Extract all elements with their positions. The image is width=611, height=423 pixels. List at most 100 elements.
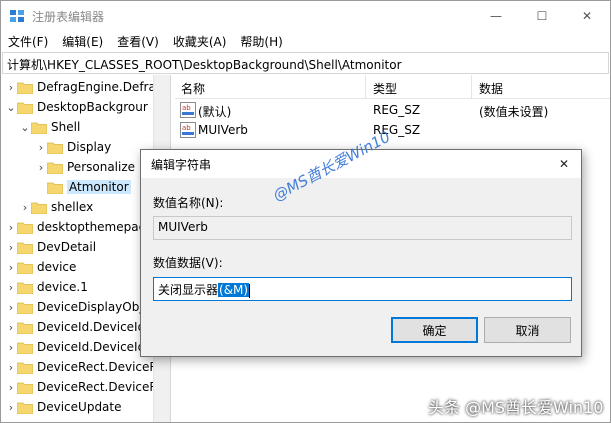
chevron-right-icon[interactable]: ›: [5, 317, 17, 337]
folder-open-icon: [47, 181, 63, 194]
value-data-text: 关闭显示器: [158, 283, 219, 297]
tree-item[interactable]: › shellex: [19, 197, 93, 217]
maximize-icon: ☐: [536, 9, 548, 23]
cancel-button[interactable]: 取消: [484, 317, 571, 343]
tree-item-label: Personalize: [67, 160, 136, 174]
tree-item-label: DesktopBackgrour: [37, 100, 148, 114]
folder-icon: [17, 81, 33, 94]
regedit-app-icon: [10, 10, 24, 22]
column-divider[interactable]: [365, 75, 366, 99]
tree-item-label: Display: [67, 140, 112, 154]
chevron-right-icon[interactable]: ›: [5, 237, 17, 257]
title-bar: 注册表编辑器 — ☐ ✕: [1, 1, 610, 31]
value-data: (数值未设置): [479, 105, 549, 119]
tree-item[interactable]: › device.1: [5, 277, 88, 297]
value-name: MUIVerb: [198, 123, 248, 137]
chevron-right-icon[interactable]: ›: [5, 257, 17, 277]
close-icon: ✕: [558, 157, 570, 171]
tree-item[interactable]: › DeviceUpdate: [5, 397, 122, 417]
value-type: REG_SZ: [373, 103, 421, 117]
value-data-field[interactable]: 关闭显示器(&M): [153, 277, 572, 301]
menu-help[interactable]: 帮助(H): [233, 31, 289, 51]
tree-item-label: DeviceDisplayObj: [37, 300, 143, 314]
tree-item-label: shellex: [51, 200, 94, 214]
chevron-down-icon[interactable]: ⌄: [5, 97, 17, 117]
ab-string-icon: ab: [180, 102, 196, 118]
column-header-data[interactable]: 数据: [479, 80, 503, 97]
chevron-right-icon[interactable]: ›: [5, 77, 17, 97]
chevron-right-icon[interactable]: ›: [5, 337, 17, 357]
tree-item[interactable]: › device: [5, 257, 77, 277]
dialog-close-button[interactable]: ✕: [551, 152, 577, 176]
folder-icon: [47, 141, 63, 154]
ab-string-icon: ab: [180, 122, 196, 138]
tree-item[interactable]: › Personalize: [35, 157, 135, 177]
menu-file[interactable]: 文件(F): [1, 31, 55, 51]
close-icon: ✕: [581, 9, 593, 23]
text-caret: [249, 283, 251, 298]
tree-item[interactable]: › DeviceRect.DeviceR: [5, 357, 153, 377]
chevron-right-icon[interactable]: ›: [35, 157, 47, 177]
table-row[interactable]: ab MUIVerb REG_SZ: [175, 120, 610, 140]
minimize-button[interactable]: —: [473, 1, 519, 31]
tree-item[interactable]: ⌄ DesktopBackgrour: [5, 97, 148, 117]
folder-icon: [17, 321, 33, 334]
chevron-right-icon[interactable]: ›: [5, 397, 17, 417]
chevron-down-icon[interactable]: ⌄: [19, 117, 31, 137]
window-title: 注册表编辑器: [32, 10, 105, 24]
tree-item-label: DeviceUpdate: [37, 400, 122, 414]
folder-icon: [17, 221, 33, 234]
tree-item[interactable]: › DefragEngine.Defra: [5, 77, 153, 97]
menu-bar: 文件(F) 编辑(E) 查看(V) 收藏夹(A) 帮助(H): [1, 31, 610, 51]
column-header-type[interactable]: 类型: [373, 80, 397, 97]
footer-watermark: 头条 @MS酋长爱Win10: [428, 398, 604, 417]
tree-item[interactable]: › DeviceId.DeviceId: [5, 337, 145, 357]
tree-item-label: DeviceId.DeviceId: [37, 320, 146, 334]
tree-item-label: Atmonitor: [67, 180, 131, 194]
tree-item-selected[interactable]: Atmonitor: [35, 177, 131, 197]
folder-icon: [17, 381, 33, 394]
tree-item[interactable]: › Display: [35, 137, 111, 157]
tree-item-label: DeviceId.DeviceId: [37, 340, 146, 354]
minimize-icon: —: [490, 9, 502, 23]
menu-favorites[interactable]: 收藏夹(A): [166, 31, 234, 51]
tree-item-label: DevDetail: [37, 240, 97, 254]
value-data-label: 数值数据(V):: [153, 256, 223, 270]
folder-icon: [17, 281, 33, 294]
folder-icon: [31, 121, 47, 134]
address-bar[interactable]: 计算机\HKEY_CLASSES_ROOT\DesktopBackground\…: [2, 52, 609, 74]
menu-edit[interactable]: 编辑(E): [55, 31, 110, 51]
chevron-right-icon[interactable]: ›: [5, 357, 17, 377]
svg-text:ab: ab: [182, 124, 191, 132]
folder-icon: [17, 401, 33, 414]
tree-item[interactable]: › DevDetail: [5, 237, 96, 257]
folder-icon: [17, 241, 33, 254]
folder-icon: [17, 361, 33, 374]
column-divider[interactable]: [471, 75, 472, 99]
tree-item-label: DeviceRect.DeviceR: [37, 380, 153, 394]
value-name: (默认): [198, 105, 232, 119]
regedit-window: 注册表编辑器 — ☐ ✕ 文件(F) 编辑(E) 查看(V) 收藏夹(A) 帮助…: [0, 0, 611, 423]
tree-item[interactable]: › DeviceRect.DeviceR: [5, 377, 153, 397]
tree-item[interactable]: › desktopthemepac: [5, 217, 145, 237]
maximize-button[interactable]: ☐: [519, 1, 565, 31]
chevron-right-icon[interactable]: ›: [5, 377, 17, 397]
chevron-right-icon[interactable]: ›: [5, 277, 17, 297]
tree-item[interactable]: › DeviceDisplayObj: [5, 297, 143, 317]
close-button[interactable]: ✕: [564, 1, 610, 31]
chevron-right-icon[interactable]: ›: [5, 297, 17, 317]
chevron-right-icon[interactable]: ›: [35, 137, 47, 157]
chevron-right-icon[interactable]: ›: [5, 217, 17, 237]
column-header-name[interactable]: 名称: [181, 80, 205, 97]
tree-item-label: device: [37, 260, 77, 274]
folder-icon: [17, 261, 33, 274]
chevron-right-icon[interactable]: ›: [19, 197, 31, 217]
value-name-label: 数值名称(N):: [153, 196, 224, 210]
menu-view[interactable]: 查看(V): [110, 31, 166, 51]
values-list-header: 名称 类型 数据: [175, 75, 610, 99]
tree-item[interactable]: ⌄ Shell: [19, 117, 80, 137]
folder-icon: [17, 301, 33, 314]
tree-item[interactable]: › DeviceId.DeviceId: [5, 317, 145, 337]
table-row[interactable]: ab (默认) REG_SZ (数值未设置): [175, 100, 610, 120]
ok-button[interactable]: 确定: [391, 317, 478, 343]
